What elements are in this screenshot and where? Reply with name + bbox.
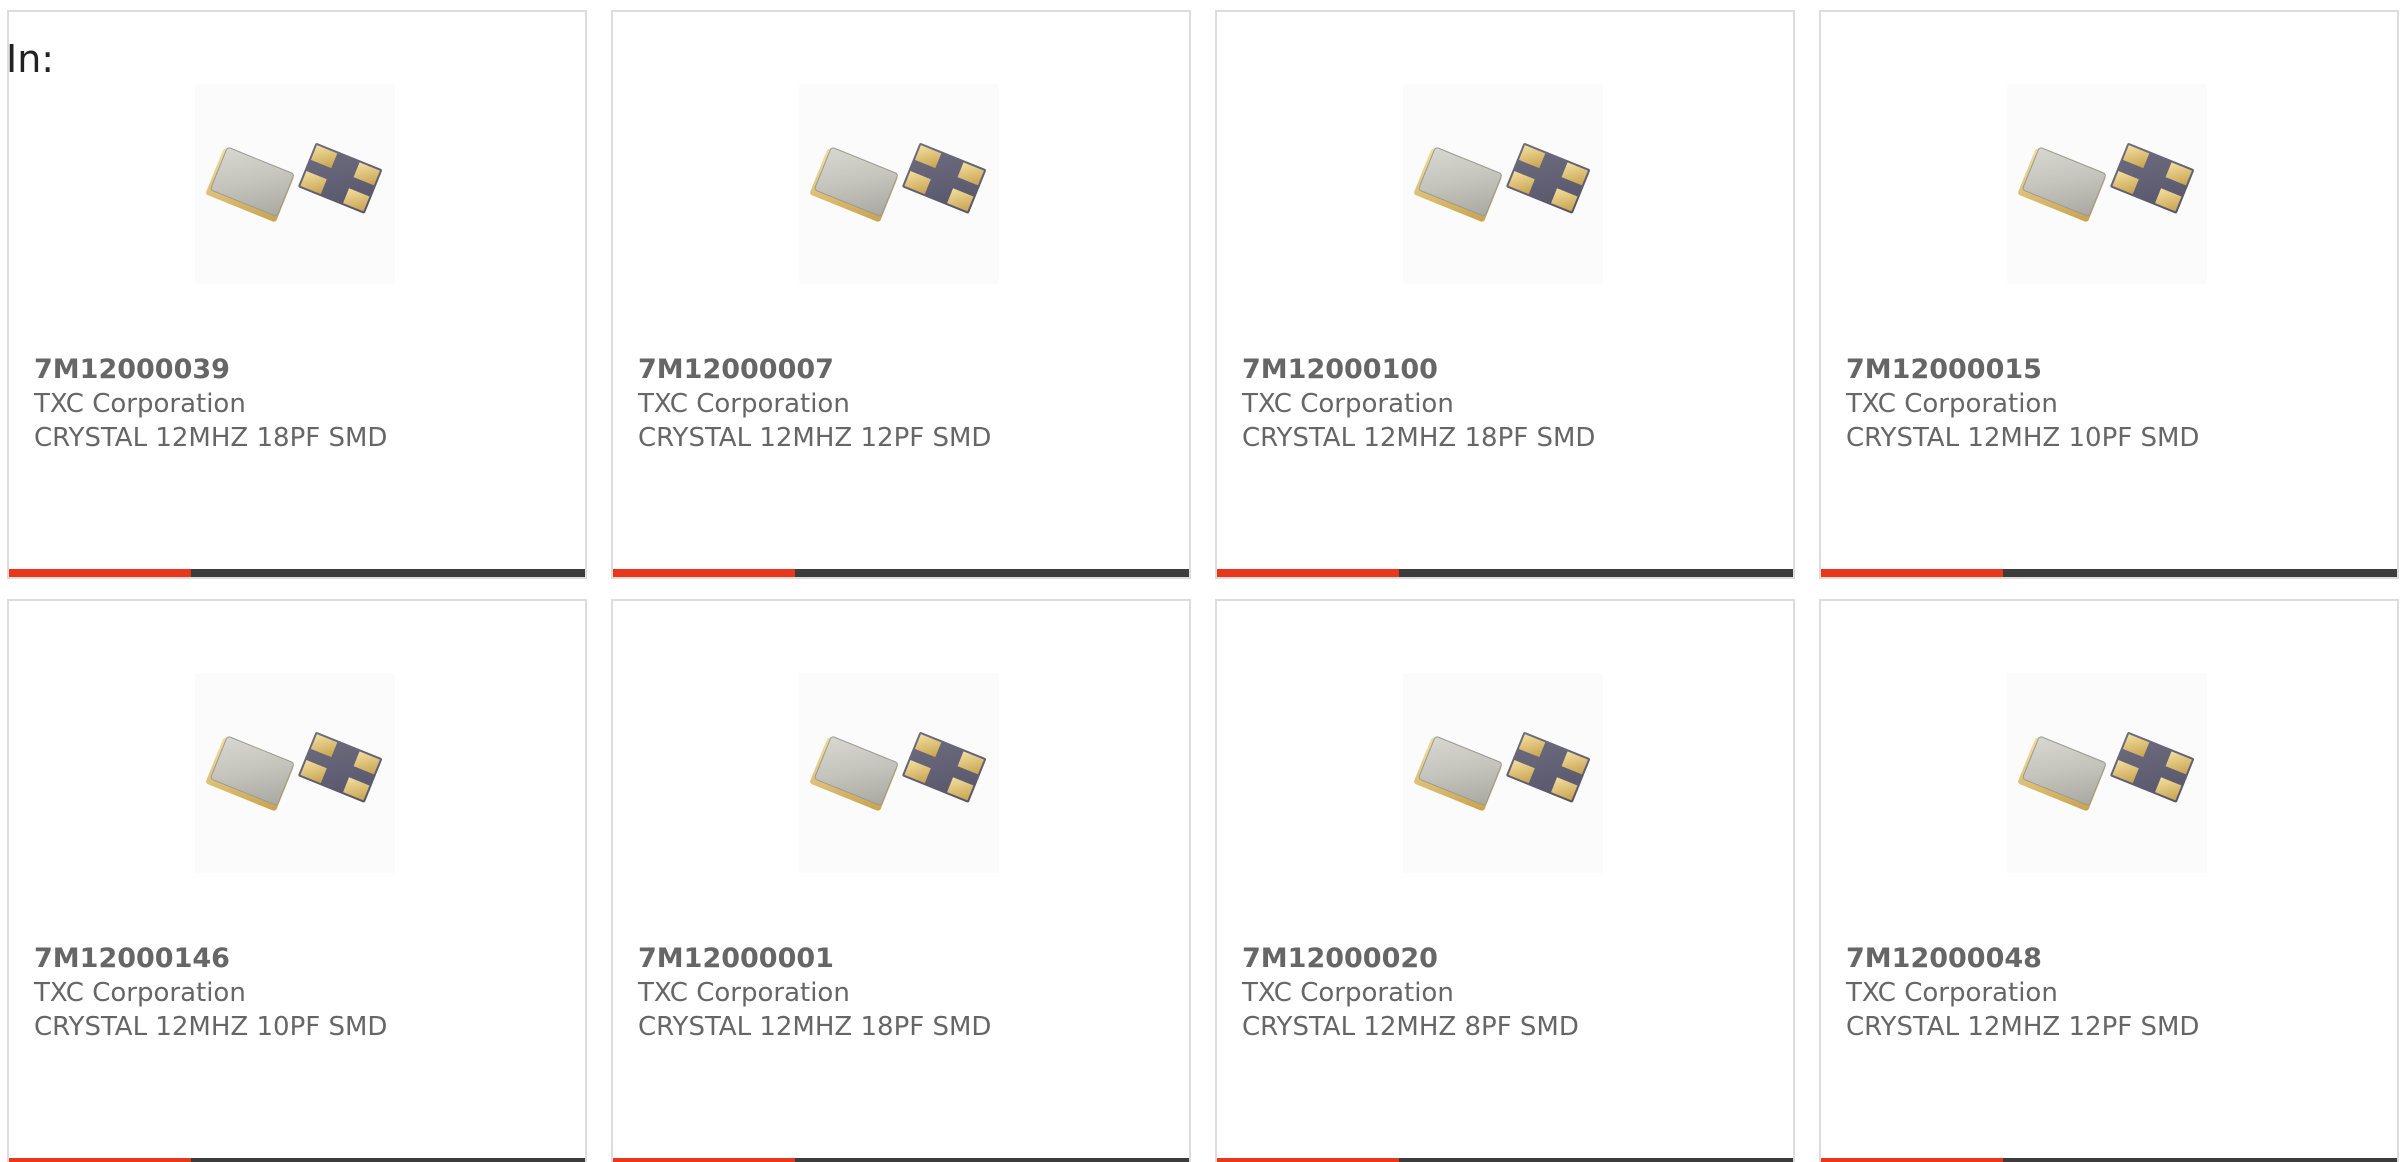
part-number[interactable]: 7M12000039 bbox=[34, 353, 387, 387]
product-results-page: In: 7M12000039 TXC Corporation CRYSTAL 1… bbox=[0, 0, 2400, 1162]
card-accent-bar bbox=[1821, 569, 2003, 577]
card-accent-bar bbox=[1217, 569, 1399, 577]
product-grid: 7M12000039 TXC Corporation CRYSTAL 12MHZ… bbox=[7, 10, 2399, 1162]
part-number[interactable]: 7M12000007 bbox=[638, 353, 991, 387]
card-footer-bar bbox=[613, 569, 1189, 577]
crystal-smd-icon[interactable] bbox=[2007, 84, 2207, 284]
product-info: 7M12000015 TXC Corporation CRYSTAL 12MHZ… bbox=[1846, 353, 2199, 455]
card-accent-bar bbox=[9, 1158, 191, 1162]
product-card[interactable]: 7M12000020 TXC Corporation CRYSTAL 12MHZ… bbox=[1215, 599, 1795, 1162]
product-info: 7M12000048 TXC Corporation CRYSTAL 12MHZ… bbox=[1846, 942, 2199, 1044]
card-accent-bar bbox=[9, 569, 191, 577]
card-footer-bar bbox=[613, 1158, 1189, 1162]
part-number[interactable]: 7M12000048 bbox=[1846, 942, 2199, 976]
product-card[interactable]: 7M12000039 TXC Corporation CRYSTAL 12MHZ… bbox=[7, 10, 587, 579]
card-accent-bar bbox=[613, 1158, 795, 1162]
manufacturer-name: TXC Corporation bbox=[34, 978, 246, 1008]
crystal-smd-icon[interactable] bbox=[799, 673, 999, 873]
manufacturer-name: TXC Corporation bbox=[638, 389, 850, 419]
card-accent-bar bbox=[1821, 1158, 2003, 1162]
manufacturer-name: TXC Corporation bbox=[1242, 389, 1454, 419]
card-footer-bar bbox=[9, 569, 585, 577]
card-footer-bar bbox=[1217, 1158, 1793, 1162]
product-info: 7M12000100 TXC Corporation CRYSTAL 12MHZ… bbox=[1242, 353, 1595, 455]
product-card[interactable]: 7M12000007 TXC Corporation CRYSTAL 12MHZ… bbox=[611, 10, 1191, 579]
manufacturer-name: TXC Corporation bbox=[1846, 978, 2058, 1008]
product-card[interactable]: 7M12000001 TXC Corporation CRYSTAL 12MHZ… bbox=[611, 599, 1191, 1162]
product-card[interactable]: 7M12000100 TXC Corporation CRYSTAL 12MHZ… bbox=[1215, 10, 1795, 579]
product-description: CRYSTAL 12MHZ 18PF SMD bbox=[638, 1012, 992, 1042]
manufacturer-name: TXC Corporation bbox=[34, 389, 246, 419]
manufacturer-name: TXC Corporation bbox=[638, 978, 850, 1008]
product-card[interactable]: 7M12000015 TXC Corporation CRYSTAL 12MHZ… bbox=[1819, 10, 2399, 579]
crystal-smd-icon[interactable] bbox=[1403, 673, 1603, 873]
product-description: CRYSTAL 12MHZ 18PF SMD bbox=[1242, 423, 1596, 453]
product-description: CRYSTAL 12MHZ 12PF SMD bbox=[1846, 1012, 2200, 1042]
part-number[interactable]: 7M12000146 bbox=[34, 942, 387, 976]
product-description: CRYSTAL 12MHZ 12PF SMD bbox=[638, 423, 992, 453]
crystal-smd-icon[interactable] bbox=[195, 673, 395, 873]
part-number[interactable]: 7M12000015 bbox=[1846, 353, 2199, 387]
card-footer-bar bbox=[9, 1158, 585, 1162]
part-number[interactable]: 7M12000001 bbox=[638, 942, 991, 976]
product-info: 7M12000146 TXC Corporation CRYSTAL 12MHZ… bbox=[34, 942, 387, 1044]
card-accent-bar bbox=[613, 569, 795, 577]
card-footer-bar bbox=[1821, 569, 2397, 577]
crystal-smd-icon[interactable] bbox=[195, 84, 395, 284]
part-number[interactable]: 7M12000100 bbox=[1242, 353, 1595, 387]
card-footer-bar bbox=[1821, 1158, 2397, 1162]
product-info: 7M12000039 TXC Corporation CRYSTAL 12MHZ… bbox=[34, 353, 387, 455]
product-card[interactable]: 7M12000048 TXC Corporation CRYSTAL 12MHZ… bbox=[1819, 599, 2399, 1162]
crystal-smd-icon[interactable] bbox=[2007, 673, 2207, 873]
manufacturer-name: TXC Corporation bbox=[1846, 389, 2058, 419]
product-info: 7M12000001 TXC Corporation CRYSTAL 12MHZ… bbox=[638, 942, 991, 1044]
crystal-smd-icon[interactable] bbox=[1403, 84, 1603, 284]
product-description: CRYSTAL 12MHZ 8PF SMD bbox=[1242, 1012, 1579, 1042]
product-description: CRYSTAL 12MHZ 10PF SMD bbox=[1846, 423, 2200, 453]
crystal-smd-icon[interactable] bbox=[799, 84, 999, 284]
in-filter-label: In: bbox=[6, 37, 55, 81]
product-info: 7M12000007 TXC Corporation CRYSTAL 12MHZ… bbox=[638, 353, 991, 455]
card-accent-bar bbox=[1217, 1158, 1399, 1162]
product-card[interactable]: 7M12000146 TXC Corporation CRYSTAL 12MHZ… bbox=[7, 599, 587, 1162]
manufacturer-name: TXC Corporation bbox=[1242, 978, 1454, 1008]
product-description: CRYSTAL 12MHZ 10PF SMD bbox=[34, 1012, 388, 1042]
product-description: CRYSTAL 12MHZ 18PF SMD bbox=[34, 423, 388, 453]
card-footer-bar bbox=[1217, 569, 1793, 577]
product-info: 7M12000020 TXC Corporation CRYSTAL 12MHZ… bbox=[1242, 942, 1579, 1044]
part-number[interactable]: 7M12000020 bbox=[1242, 942, 1579, 976]
